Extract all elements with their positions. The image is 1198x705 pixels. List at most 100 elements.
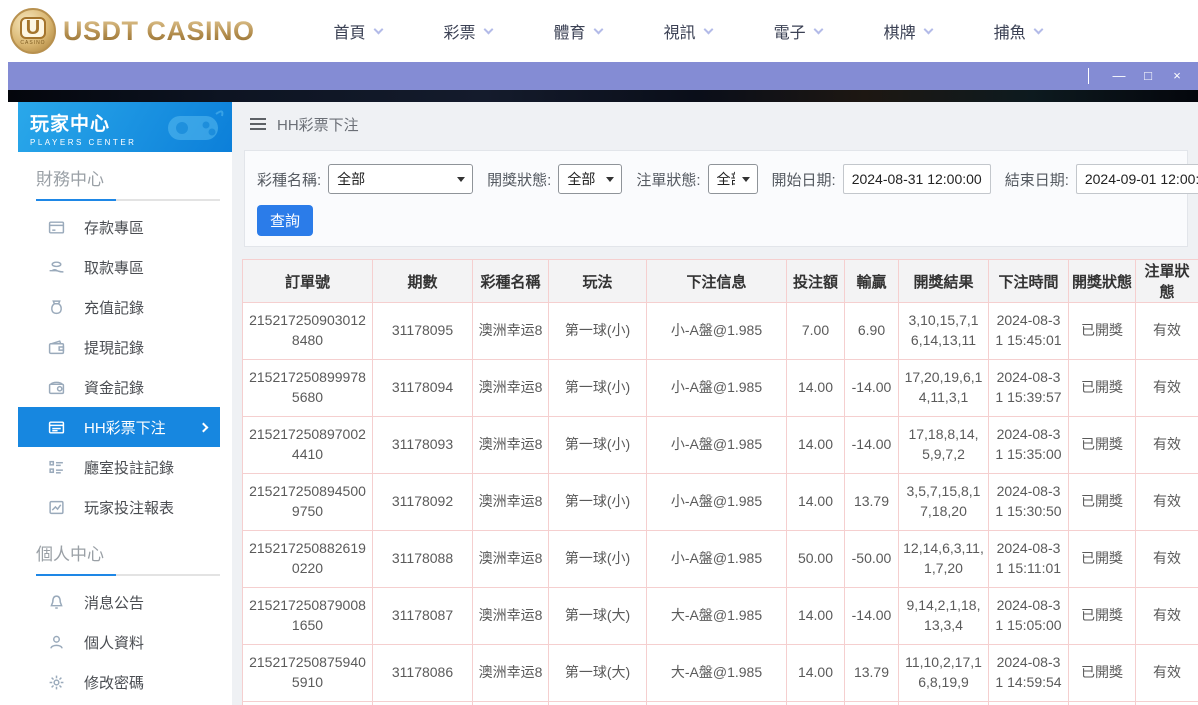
sidebar-item-deposit[interactable]: 存款專區 [18,207,220,247]
table-cell [844,701,899,705]
table-cell: 13.79 [844,473,899,531]
column-header: 注單狀態 [1135,259,1198,303]
sidebar-item-hh-lottery-bet[interactable]: HH彩票下注 [18,407,220,447]
table-cell [1135,701,1198,705]
nav-item-boardgames[interactable]: 棋牌 [853,19,963,43]
table-cell: 2024-08-31 15:39:57 [988,359,1069,417]
table-cell: 已開獎 [1068,530,1136,588]
table-cell: 2152172508790081650 [242,587,373,645]
table-cell: 31178094 [372,359,473,417]
sidebar-item-profile[interactable]: 個人資料 [18,622,220,662]
table-cell: 澳洲幸运8 [472,644,549,702]
table-cell: 11,10,2,17,16,8,19,9 [898,644,989,702]
sidebar-item-player-bet-report[interactable]: 玩家投注報表 [18,487,220,527]
table-cell: 31178088 [372,530,473,588]
password-gear-icon [48,674,65,691]
chevron-down-icon [1033,24,1044,34]
sidebar-item-withdrawal-record[interactable]: 提現記錄 [18,327,220,367]
table-cell: 3,5,7,15,8,17,18,20 [898,473,989,531]
sidebar-item-change-password[interactable]: 修改密碼 [18,662,220,702]
table-cell: 2152172508970024410 [242,416,373,474]
table-cell: 有效 [1135,644,1198,702]
table-cell: 第一球(小) [548,530,647,588]
end-date-input[interactable] [1075,164,1198,194]
sidebar-item-withdraw[interactable]: 取款專區 [18,247,220,287]
window-minimize-button[interactable]: — [1110,67,1128,85]
table-cell: 有效 [1135,416,1198,474]
table-cell: 有效 [1135,587,1198,645]
table-cell: 第一球(小) [548,473,647,531]
table-cell: 14.00 [786,359,845,417]
chevron-down-icon [483,24,493,34]
hamburger-menu-icon[interactable] [250,115,266,133]
table-row-partial [242,701,1198,705]
table-row: 2152172508759405910 31178086 澳洲幸运8 第一球(大) 大-… [242,644,1198,702]
lottery-name-label: 彩種名稱: [257,171,322,189]
table-cell: 已開獎 [1068,416,1136,474]
sidebar-section-finance: 財務中心 存款專區 取款專區 充值記錄 提現記錄 資金記錄 HH彩票下注 廳室投… [18,165,232,527]
sidebar-section-personal: 個人中心 消息公告 個人資料 修改密碼 [18,540,232,702]
draw-status-select[interactable]: 全部 [558,164,623,194]
sidebar-item-recharge-record[interactable]: 充值記錄 [18,287,220,327]
draw-status-label: 開獎狀態: [487,171,552,189]
window-dropdown-button[interactable] [1081,67,1099,85]
start-date-input[interactable] [842,164,991,194]
bets-table-wrap: 訂單號 期數 彩種名稱 玩法 下注信息 投注額 輸贏 開獎結果 下注時間 開獎狀態 注單狀態 215… [242,259,1198,705]
table-row: 2152172509030128480 31178095 澳洲幸运8 第一球(小) 小-… [242,302,1198,360]
lottery-name-select[interactable]: 全部 [328,164,474,194]
order-status-select-wrap: 全部 [707,164,758,194]
nav-item-home[interactable]: 首頁 [303,19,413,43]
table-cell: 小-A盤@1.985 [646,416,787,474]
table-cell: 2152172508759405910 [242,644,373,702]
funds-wallet-icon [48,379,65,396]
table-cell: 12,14,6,3,11,1,7,20 [898,530,989,588]
table-cell [472,701,549,705]
table-cell: 2024-08-31 15:05:00 [988,587,1069,645]
table-cell: 9,14,2,1,18,13,3,4 [898,587,989,645]
table-cell: 第一球(小) [548,416,647,474]
table-cell: 大-A盤@1.985 [646,587,787,645]
withdraw-hand-icon [48,259,65,276]
breadcrumb: HH彩票下注 [232,102,1198,146]
table-cell: 小-A盤@1.985 [646,359,787,417]
table-cell: 2152172508999785680 [242,359,373,417]
sidebar-item-announcements[interactable]: 消息公告 [18,582,220,622]
section-title: 個人中心 [36,545,104,564]
page-title: HH彩票下注 [277,116,359,134]
table-cell [988,701,1069,705]
order-status-select[interactable]: 全部 [707,164,758,194]
nav-item-lottery[interactable]: 彩票 [413,19,523,43]
chevron-right-icon [198,422,209,432]
sidebar-item-funds-record[interactable]: 資金記錄 [18,367,220,407]
table-cell: 31178095 [372,302,473,360]
table-cell: 2024-08-31 15:11:01 [988,530,1069,588]
table-cell: 13.79 [844,644,899,702]
search-button[interactable]: 查詢 [257,205,313,236]
nav-item-electronic[interactable]: 電子 [743,19,853,43]
sidebar-item-hall-bet-record[interactable]: 廳室投註記錄 [18,447,220,487]
site-logo[interactable]: U CASINO USDT CASINO [10,8,255,54]
sidebar: 玩家中心 PLAYERS CENTER 財務中心 存款專區 取款專區 充值記錄 … [8,102,232,705]
recharge-bag-icon [48,299,65,316]
table-row: 2152172508999785680 31178094 澳洲幸运8 第一球(小) 小-… [242,359,1198,417]
table-cell: 第一球(大) [548,587,647,645]
nav-item-fishing[interactable]: 捕魚 [963,19,1073,43]
nav-item-video[interactable]: 視訊 [633,19,743,43]
table-cell: 31178087 [372,587,473,645]
table-cell: 2152172509030128480 [242,302,373,360]
table-cell: 17,20,19,6,14,11,3,1 [898,359,989,417]
table-cell: -14.00 [844,359,899,417]
window-maximize-button[interactable]: □ [1139,67,1157,85]
nav-item-sports[interactable]: 體育 [523,19,633,43]
table-cell: 14.00 [786,473,845,531]
table-cell: 31178086 [372,644,473,702]
chevron-down-icon [703,24,714,34]
table-cell [1068,701,1136,705]
table-cell: 澳洲幸运8 [472,302,549,360]
table-cell: 第一球(小) [548,302,647,360]
window-titlebar[interactable]: — □ × [8,62,1198,90]
chevron-down-icon [373,24,383,34]
site-top-nav: U CASINO USDT CASINO 首頁 彩票 體育 視訊 電子 棋牌 捕… [0,0,1198,62]
table-cell: 2024-08-31 15:30:50 [988,473,1069,531]
window-close-button[interactable]: × [1168,67,1186,85]
